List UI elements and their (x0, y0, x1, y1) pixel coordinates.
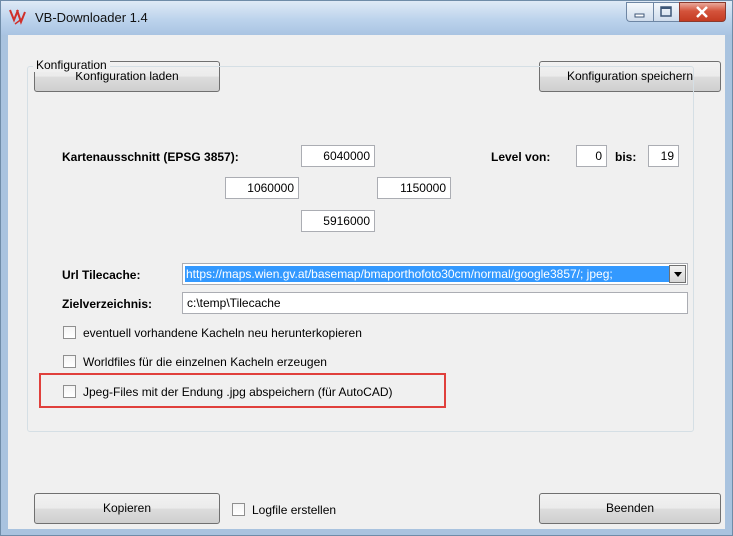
redownload-label: eventuell vorhandene Kacheln neu herunte… (83, 326, 362, 340)
west-field[interactable]: 1060000 (225, 177, 299, 199)
url-value: https://maps.wien.gv.at/basemap/bmaporth… (185, 266, 669, 282)
maximize-icon (660, 6, 672, 17)
maximize-button[interactable] (653, 2, 679, 22)
target-label: Zielverzeichnis: (62, 297, 153, 311)
config-group-label: Konfiguration (33, 58, 110, 72)
north-field[interactable]: 6040000 (301, 145, 375, 167)
redownload-checkbox[interactable] (63, 326, 76, 339)
close-button[interactable] (679, 2, 726, 22)
url-label: Url Tilecache: (62, 268, 141, 282)
target-field[interactable]: c:\temp\Tilecache (182, 292, 688, 314)
url-combobox[interactable]: https://maps.wien.gv.at/basemap/bmaporth… (182, 263, 688, 285)
dropdown-arrow-icon[interactable] (669, 265, 686, 283)
logfile-label: Logfile erstellen (252, 503, 337, 517)
worldfiles-checkbox[interactable] (63, 355, 76, 368)
close-icon (696, 6, 708, 18)
level-from-field[interactable]: 0 (576, 145, 607, 167)
window-title: VB-Downloader 1.4 (35, 10, 148, 25)
level-to-field[interactable]: 19 (648, 145, 679, 167)
worldfiles-label: Worldfiles für die einzelnen Kacheln erz… (83, 355, 327, 369)
level-from-label: Level von: (491, 150, 551, 164)
copy-button[interactable]: Kopieren (34, 493, 220, 524)
highlight-box (39, 373, 446, 408)
logfile-checkbox[interactable] (232, 503, 245, 516)
minimize-button[interactable] (626, 2, 653, 22)
exit-button[interactable]: Beenden (539, 493, 721, 524)
extent-label: Kartenausschnitt (EPSG 3857): (62, 150, 239, 164)
minimize-icon (634, 13, 645, 18)
east-field[interactable]: 1150000 (377, 177, 451, 199)
level-to-label: bis: (615, 150, 637, 164)
south-field[interactable]: 5916000 (301, 210, 375, 232)
title-bar[interactable]: VB-Downloader 1.4 (1, 1, 732, 35)
app-logo-icon (9, 9, 26, 25)
